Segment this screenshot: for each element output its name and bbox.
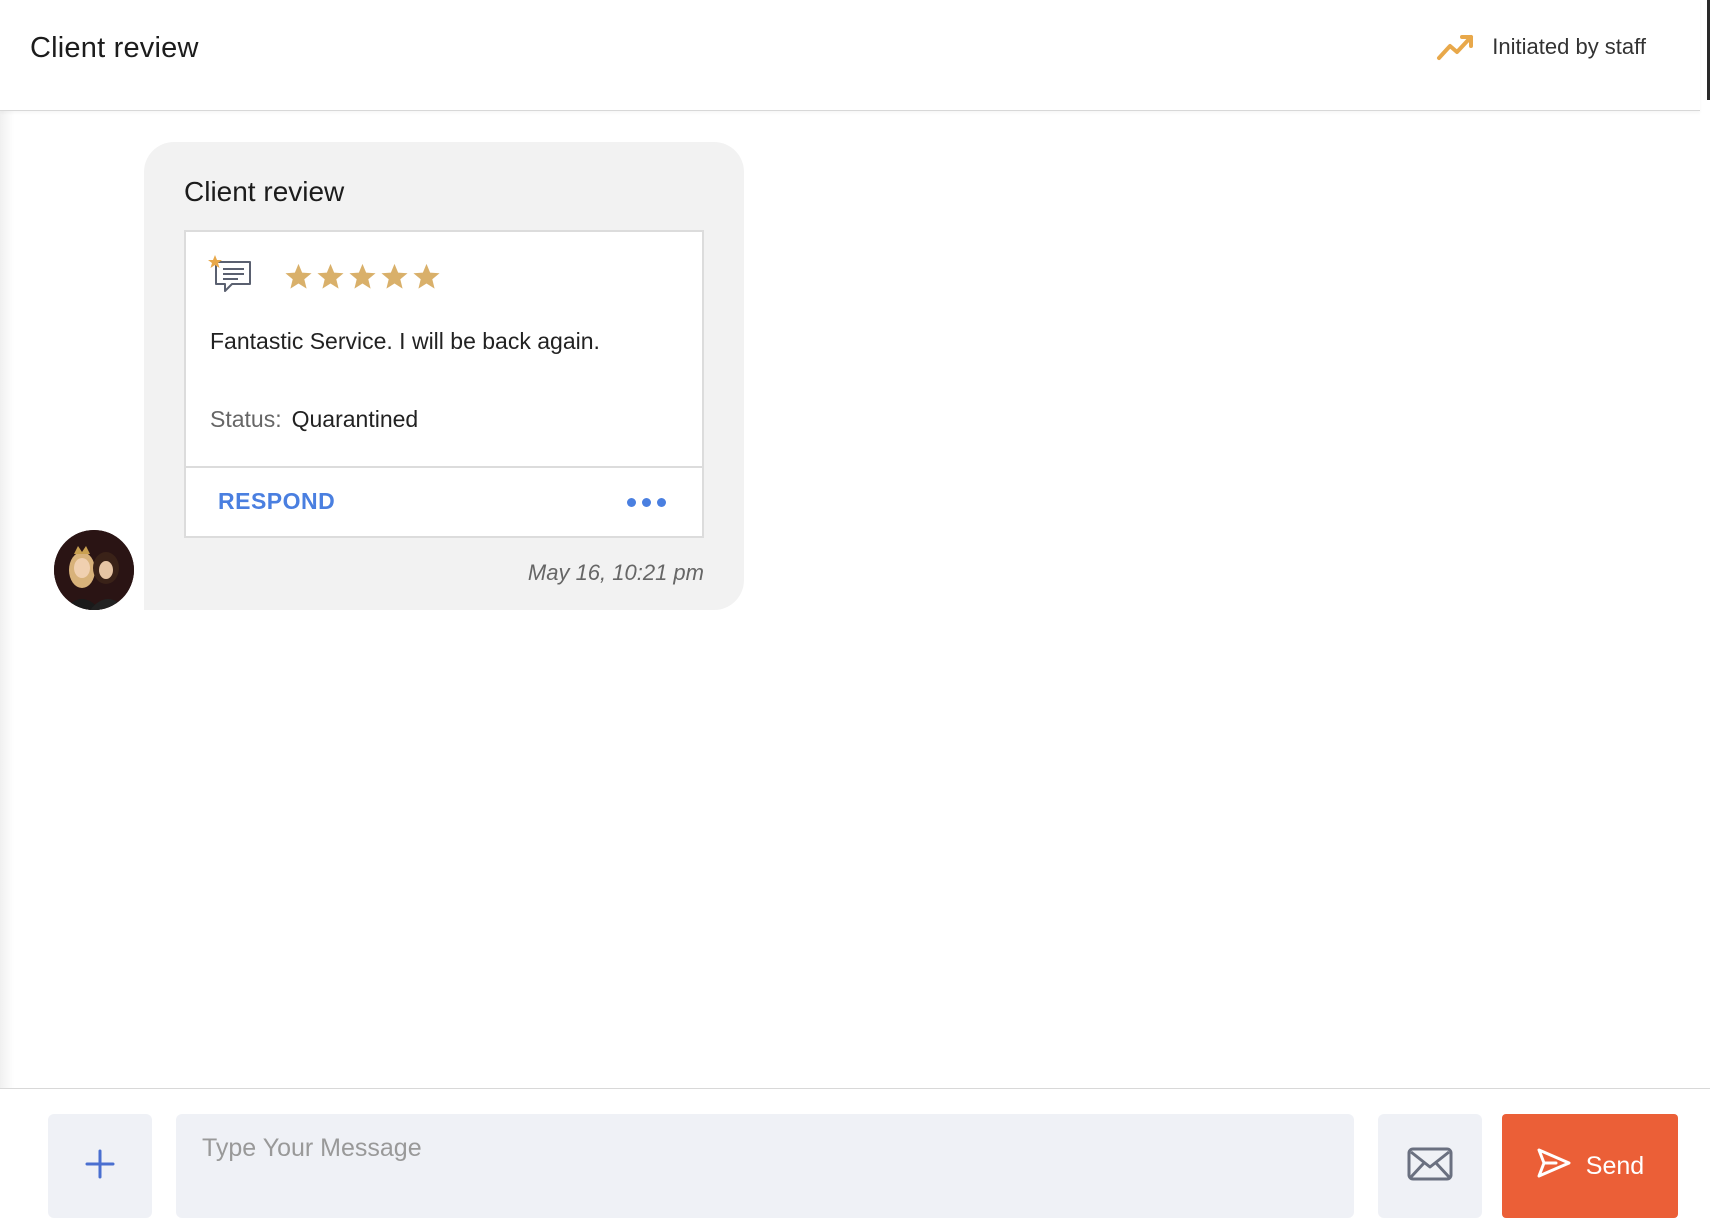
message-bubble: Client review Fantastic Service. I will bbox=[144, 142, 744, 610]
avatar[interactable] bbox=[54, 530, 134, 610]
review-card-actions: RESPOND bbox=[186, 466, 702, 536]
paper-plane-icon bbox=[1536, 1147, 1572, 1186]
star-icon bbox=[285, 263, 312, 289]
trending-up-icon bbox=[1436, 32, 1476, 62]
star-icon bbox=[349, 263, 376, 289]
plus-icon bbox=[85, 1149, 115, 1184]
star-rating bbox=[284, 262, 441, 291]
left-edge-shadow bbox=[0, 0, 14, 1228]
status-label: Status: bbox=[210, 406, 282, 432]
status-value: Quarantined bbox=[291, 406, 419, 432]
page-title: Client review bbox=[30, 32, 199, 64]
review-chat-icon bbox=[208, 254, 254, 296]
star-icon bbox=[413, 263, 440, 289]
conversation-view: Client review Initiated by staff Client bbox=[0, 0, 1710, 1228]
send-button[interactable]: Send bbox=[1502, 1114, 1678, 1218]
message-input[interactable] bbox=[176, 1114, 1354, 1218]
review-text: Fantastic Service. I will be back again. bbox=[210, 328, 600, 354]
conversation-header: Client review Initiated by staff bbox=[0, 0, 1700, 111]
initiated-label: Initiated by staff bbox=[1492, 34, 1646, 59]
message-timestamp: May 16, 10:21 pm bbox=[527, 560, 704, 585]
email-channel-button[interactable] bbox=[1378, 1114, 1482, 1218]
review-card: Fantastic Service. I will be back again.… bbox=[184, 230, 704, 538]
initiated-by-indicator: Initiated by staff bbox=[1436, 32, 1646, 62]
respond-button[interactable]: RESPOND bbox=[218, 488, 335, 515]
message-composer: Send bbox=[0, 1088, 1710, 1228]
add-attachment-button[interactable] bbox=[48, 1114, 152, 1218]
star-icon bbox=[381, 263, 408, 289]
more-dots-icon[interactable] bbox=[627, 498, 666, 507]
send-label: Send bbox=[1585, 1151, 1645, 1180]
envelope-icon bbox=[1407, 1147, 1453, 1186]
review-status: Status: Quarantined bbox=[210, 406, 418, 433]
star-icon bbox=[317, 263, 344, 289]
message-title: Client review bbox=[184, 176, 345, 207]
